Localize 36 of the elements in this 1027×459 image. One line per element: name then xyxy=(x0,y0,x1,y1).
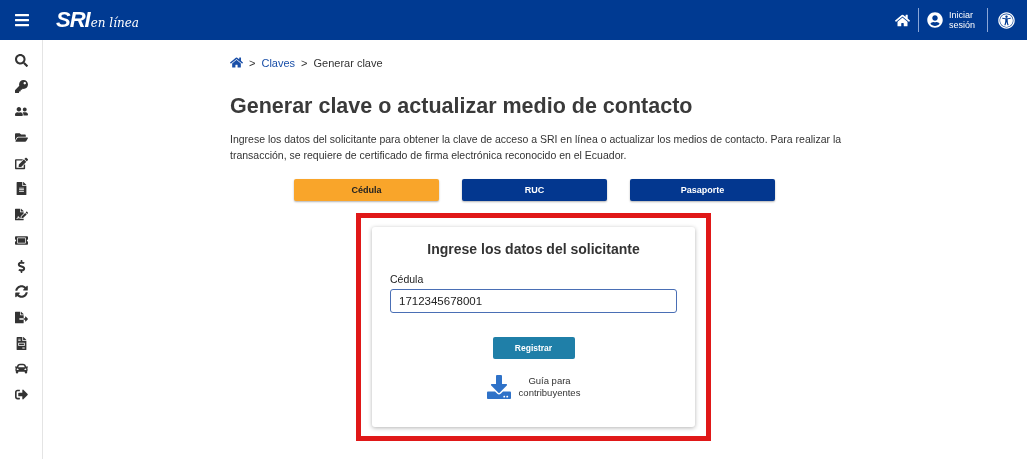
folder-icon[interactable] xyxy=(14,131,28,145)
invoice-icon[interactable] xyxy=(14,336,28,350)
input-field[interactable]: 1712345678001 xyxy=(390,289,677,313)
accessibility-icon[interactable] xyxy=(998,11,1015,29)
home-icon[interactable] xyxy=(895,12,910,28)
key-icon[interactable] xyxy=(14,79,28,93)
home-icon[interactable] xyxy=(230,56,243,69)
breadcrumb-separator: > xyxy=(249,56,256,69)
file-export-icon[interactable] xyxy=(14,310,28,324)
user-icon[interactable] xyxy=(927,12,943,28)
form-heading: Ingrese los datos del solicitante xyxy=(426,241,641,257)
description: Ingrese los datos del solicitante para obtener la clave de acceso a SRI en línea o actualizar los medios de contacto. Para realizar la transacción, se requiere de certificado de firma electrónica reconocido en el Ecuador. xyxy=(230,132,842,163)
signed-document-icon[interactable] xyxy=(14,208,28,222)
register-button[interactable]: Registrar xyxy=(492,337,575,359)
menu-icon[interactable] xyxy=(14,12,30,28)
breadcrumb-link[interactable]: Claves xyxy=(261,56,296,69)
edit-icon[interactable] xyxy=(14,156,28,170)
login-link[interactable]: Iniciar sesión xyxy=(927,10,973,30)
breadcrumb-current: Generar clave xyxy=(313,56,383,69)
search-icon[interactable] xyxy=(14,54,28,67)
breadcrumb-separator: > xyxy=(301,56,308,69)
guide-link[interactable]: Guía para contribuyentes xyxy=(518,375,581,399)
tab[interactable]: Cédula xyxy=(294,179,439,201)
field-label: Cédula xyxy=(390,273,425,285)
refresh-icon[interactable] xyxy=(14,285,28,299)
document-icon[interactable] xyxy=(14,182,28,196)
logo-tagline[interactable]: en línea xyxy=(90,16,139,30)
tab[interactable]: Pasaporte xyxy=(630,179,775,201)
car-icon[interactable] xyxy=(14,362,28,376)
users-icon[interactable] xyxy=(14,105,28,119)
logout-icon[interactable] xyxy=(14,387,28,401)
tab[interactable]: RUC xyxy=(462,179,607,201)
ticket-icon[interactable] xyxy=(14,233,28,247)
download-icon[interactable] xyxy=(486,375,511,399)
logo-brand[interactable]: SRI xyxy=(56,7,90,33)
page-title: Generar clave o actualizar medio de contacto xyxy=(230,94,694,119)
